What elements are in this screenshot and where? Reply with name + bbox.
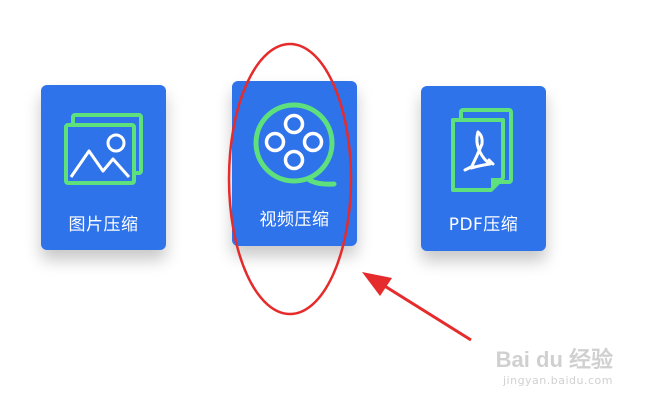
pointer-arrow-shaft (374, 278, 472, 342)
pdf-compress-card[interactable]: PDF压缩 (421, 86, 546, 251)
video-compress-card[interactable]: 视频压缩 (232, 81, 357, 246)
pdf-compress-label: PDF压缩 (448, 215, 519, 235)
watermark-logo: Bai du 经验 (495, 347, 613, 372)
watermark-url: jingyan.baidu.com (502, 374, 613, 387)
pointer-arrow-head (362, 272, 392, 296)
film-reel-icon (253, 102, 337, 187)
image-compress-card[interactable]: 图片压缩 (41, 85, 166, 250)
pdf-document-icon (451, 108, 513, 192)
image-compress-label: 图片压缩 (68, 215, 139, 235)
watermark: Bai du 经验 jingyan.baidu.com (496, 342, 613, 387)
image-icon (64, 113, 143, 185)
video-compress-label: 视频压缩 (259, 210, 330, 230)
